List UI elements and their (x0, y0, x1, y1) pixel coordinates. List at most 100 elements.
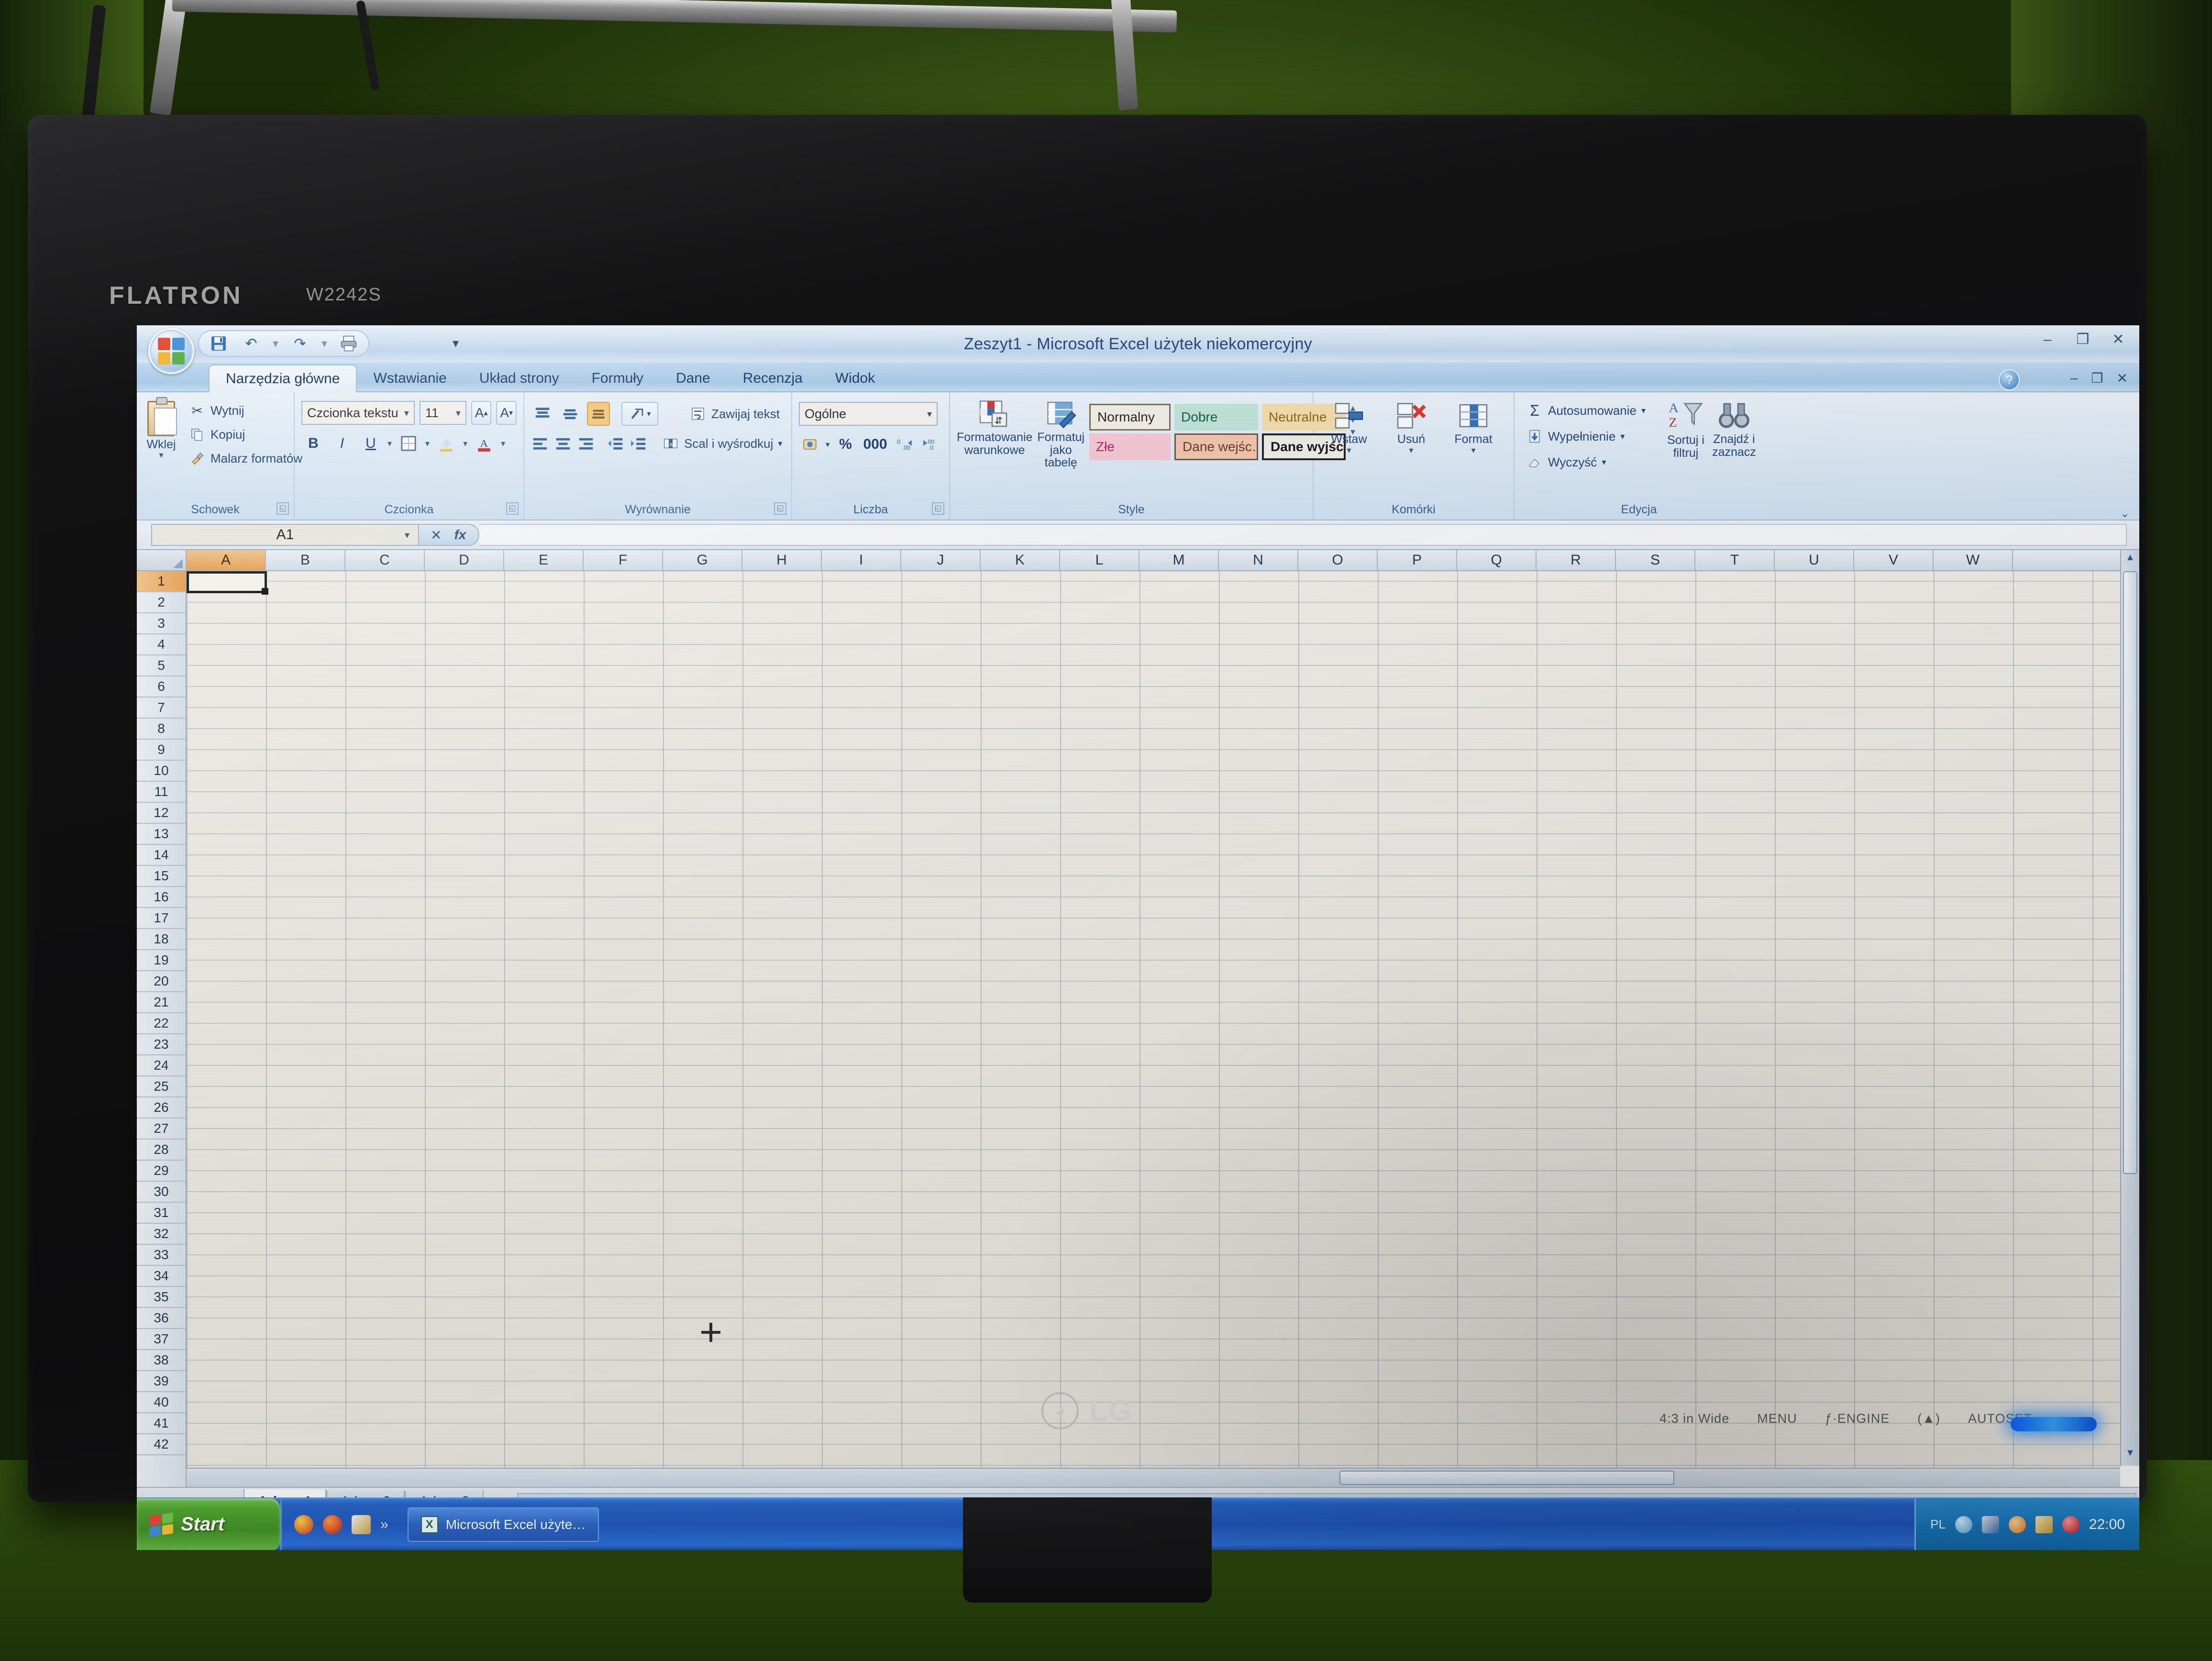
row-header-33[interactable]: 33 (137, 1245, 186, 1266)
fill-color-icon[interactable] (434, 432, 458, 455)
bold-button[interactable]: B (301, 432, 325, 455)
shrink-font-button[interactable]: A ▾ (496, 401, 517, 425)
align-center-icon[interactable] (554, 432, 572, 455)
row-header-21[interactable]: 21 (137, 992, 186, 1013)
currency-dropdown-icon[interactable]: ▾ (826, 440, 830, 450)
monitor-osd-controls[interactable]: 4:3 in Wide MENU ƒ·ENGINE (▲) AUTOSET (1659, 1411, 2032, 1426)
row-header-3[interactable]: 3 (137, 613, 186, 634)
window-controls[interactable]: – ❐ ✕ (2037, 331, 2129, 348)
ribbon-tab-strip[interactable]: Narzędzia główne Wstawianie Układ strony… (137, 363, 2139, 392)
clock[interactable]: 22:00 (2089, 1517, 2125, 1533)
font-color-icon[interactable]: A (472, 432, 496, 455)
row-header-26[interactable]: 26 (137, 1097, 186, 1118)
column-header-P[interactable]: P (1378, 550, 1457, 570)
underline-button[interactable]: U (359, 432, 383, 455)
merge-dropdown-icon[interactable]: ▾ (778, 439, 782, 449)
row-header-8[interactable]: 8 (137, 719, 186, 740)
insert-cells-button[interactable]: Wstaw ▾ (1320, 401, 1378, 454)
row-header-7[interactable]: 7 (137, 698, 186, 719)
clipboard-dialog-launcher[interactable]: ◱ (276, 502, 289, 515)
copy-button[interactable]: Kopiuj (184, 424, 307, 445)
show-hidden-icons-icon[interactable] (1955, 1516, 1972, 1533)
fill-color-dropdown-icon[interactable]: ▾ (463, 439, 467, 449)
decrease-decimal-icon[interactable]: .00.0 (920, 432, 942, 456)
chevron-down-icon[interactable]: ▾ (927, 408, 932, 420)
column-header-C[interactable]: C (345, 550, 425, 570)
formula-input[interactable] (479, 524, 2127, 546)
percent-style-button[interactable]: % (835, 432, 857, 456)
row-header-27[interactable]: 27 (137, 1118, 186, 1140)
column-header-U[interactable]: U (1775, 550, 1854, 570)
power-led[interactable] (2011, 1417, 2097, 1431)
worksheet-grid[interactable]: ABCDEFGHIJKLMNOPQRSTUVW 1 2 3 4 5 6 7 8 9 10 11 12 1… (137, 550, 2139, 1487)
number-format-combo[interactable]: Ogólne ▾ (799, 402, 938, 426)
row-header-14[interactable]: 14 (137, 845, 186, 866)
cell-styles-gallery[interactable]: Normalny Dobre Neutralne Złe Dane wejśc…… (1089, 404, 1346, 460)
tab-wstawianie[interactable]: Wstawianie (357, 365, 463, 391)
style-zle[interactable]: Złe (1089, 433, 1171, 460)
help-icon[interactable]: ? (1999, 369, 2020, 390)
conditional-formatting-button[interactable]: ⇵ Formatowanie warunkowe (957, 400, 1032, 456)
maximize-button[interactable]: ❐ (2072, 331, 2093, 348)
column-header-N[interactable]: N (1219, 550, 1298, 570)
align-right-icon[interactable] (577, 432, 595, 455)
column-header-R[interactable]: R (1537, 550, 1616, 570)
vertical-scroll-thumb[interactable] (2123, 571, 2137, 1174)
osd-up-button[interactable]: (▲) (1917, 1411, 1940, 1426)
autosum-dropdown-icon[interactable]: ▾ (1641, 406, 1646, 416)
autosum-button[interactable]: Σ Autosumowanie ▾ (1521, 400, 1650, 421)
row-header-24[interactable]: 24 (137, 1055, 186, 1076)
style-normalny[interactable]: Normalny (1089, 404, 1171, 431)
quick-launch-more-icon[interactable]: » (380, 1517, 388, 1533)
increase-indent-icon[interactable] (630, 432, 648, 455)
workbook-restore-button[interactable]: ❐ (2091, 370, 2103, 386)
selected-cell-a1[interactable] (187, 571, 268, 595)
row-header-22[interactable]: 22 (137, 1013, 186, 1034)
chevron-down-icon[interactable]: ▾ (404, 407, 409, 419)
row-header-28[interactable]: 28 (137, 1140, 186, 1161)
chevron-down-icon[interactable]: ▾ (456, 407, 461, 419)
row-header-37[interactable]: 37 (137, 1329, 186, 1350)
tab-widok[interactable]: Widok (819, 365, 891, 391)
alignment-dialog-launcher[interactable]: ◱ (774, 502, 786, 515)
start-button[interactable]: Start (137, 1498, 280, 1550)
row-header-9[interactable]: 9 (137, 740, 186, 761)
cancel-formula-icon[interactable]: ✕ (431, 527, 442, 543)
column-header-V[interactable]: V (1854, 550, 1934, 570)
column-header-S[interactable]: S (1616, 550, 1695, 570)
column-header-M[interactable]: M (1139, 550, 1219, 570)
row-header-23[interactable]: 23 (137, 1034, 186, 1055)
cut-button[interactable]: ✂ Wytnij (184, 400, 307, 421)
column-header-J[interactable]: J (901, 550, 981, 570)
column-header-L[interactable]: L (1060, 550, 1139, 570)
row-headers[interactable]: 1 2 3 4 5 6 7 8 9 10 11 12 13 14 15 16 17 18 19 20 21 22 23 24 2… (137, 571, 187, 1487)
number-dialog-launcher[interactable]: ◱ (932, 502, 944, 515)
font-name-combo[interactable]: Czcionka tekstu ▾ (301, 401, 415, 425)
grid-cells[interactable] (187, 571, 2120, 1487)
sort-filter-button[interactable]: AZ Sortuj i filtruj (1665, 400, 1707, 459)
row-header-36[interactable]: 36 (137, 1308, 186, 1329)
workbook-close-button[interactable]: ✕ (2117, 370, 2128, 386)
select-all-button[interactable] (137, 550, 187, 571)
orientation-icon[interactable]: ▾ (621, 402, 659, 426)
row-header-15[interactable]: 15 (137, 866, 186, 887)
column-header-E[interactable]: E (504, 550, 584, 570)
name-box[interactable]: A1 ▾ (151, 524, 419, 546)
column-header-O[interactable]: O (1298, 550, 1378, 570)
style-dane-wejsciowe[interactable]: Dane wejśc… (1174, 433, 1259, 460)
column-header-D[interactable]: D (425, 550, 504, 570)
align-top-icon[interactable] (531, 402, 554, 426)
row-header-2[interactable]: 2 (137, 592, 186, 613)
column-header-K[interactable]: K (981, 550, 1060, 570)
row-header-32[interactable]: 32 (137, 1224, 186, 1245)
column-header-Q[interactable]: Q (1457, 550, 1537, 570)
clear-button[interactable]: Wyczyść ▾ (1521, 452, 1650, 473)
format-as-table-button[interactable]: Formatuj jako tabelę (1037, 400, 1084, 469)
vertical-scrollbar[interactable]: ▲ ▼ (2120, 550, 2139, 1466)
merge-center-button[interactable]: a Scal i wyśrodkuj ▾ (657, 433, 787, 454)
osd-fengine-button[interactable]: ƒ·ENGINE (1825, 1411, 1890, 1426)
column-header-H[interactable]: H (742, 550, 822, 570)
column-header-B[interactable]: B (266, 550, 345, 570)
scroll-up-icon[interactable]: ▲ (2123, 552, 2137, 568)
row-header-13[interactable]: 13 (137, 824, 186, 845)
